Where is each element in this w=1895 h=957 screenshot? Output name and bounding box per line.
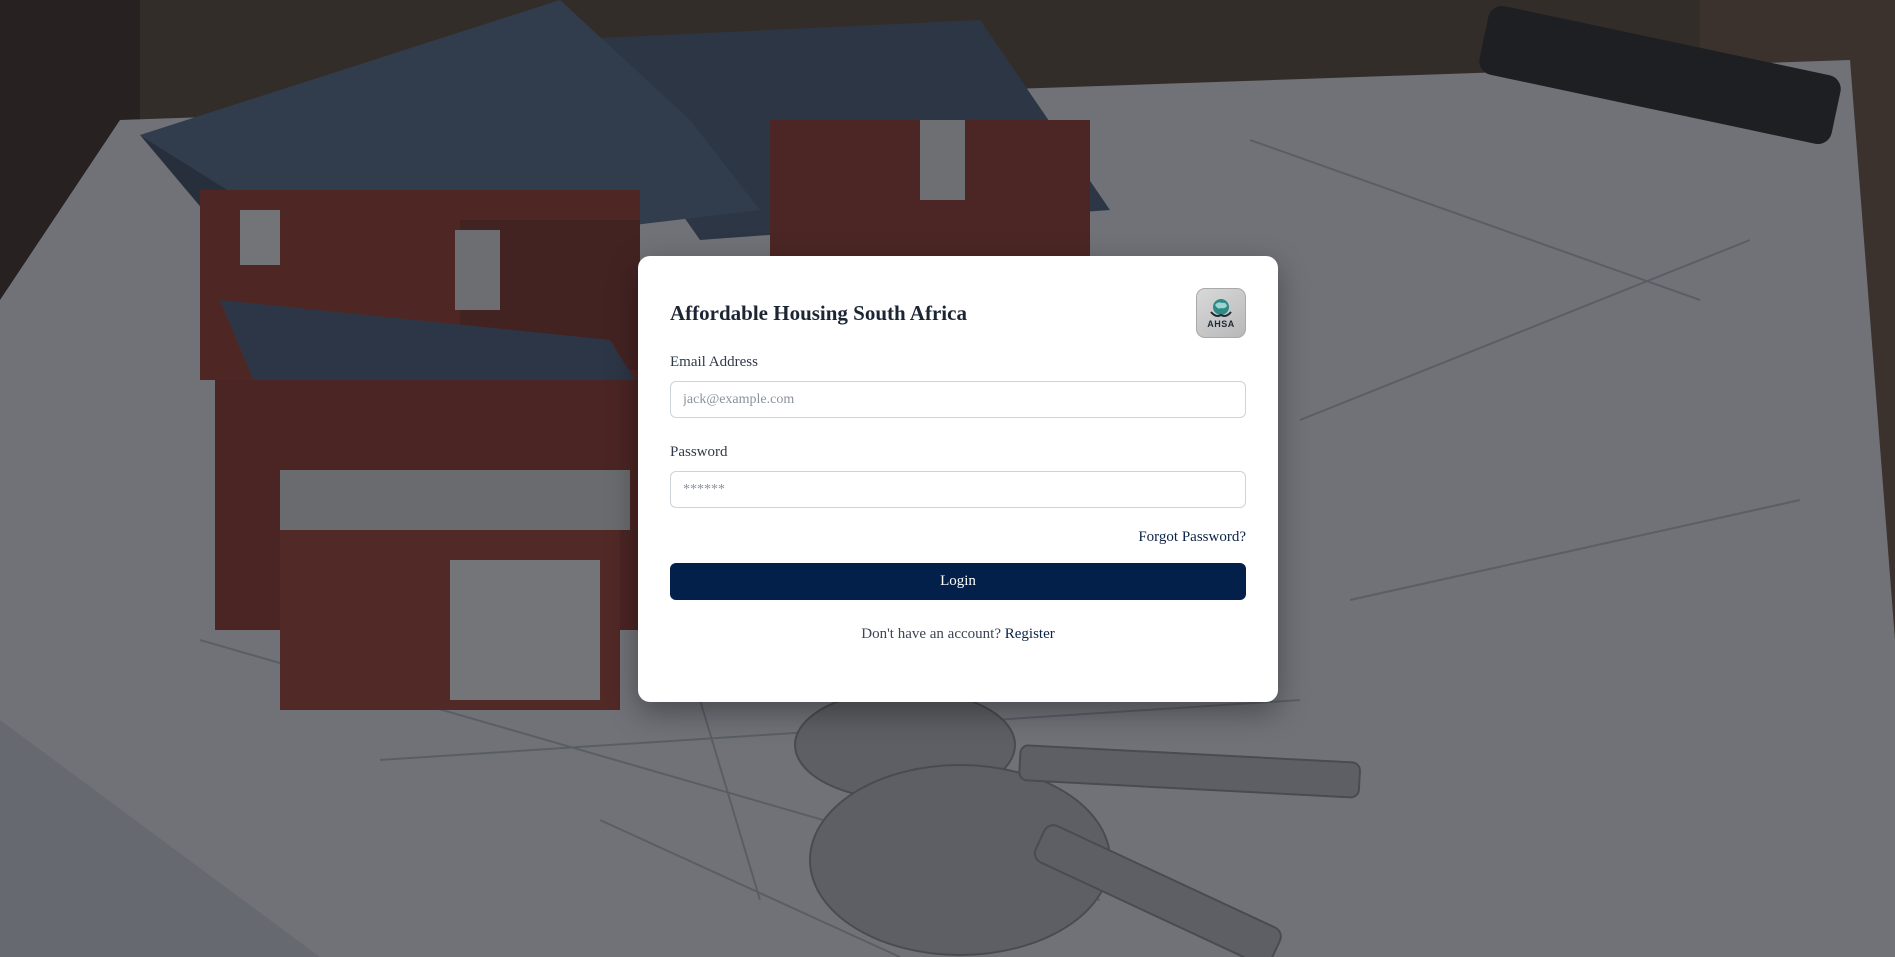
password-field-group: Password xyxy=(670,444,1246,508)
email-label: Email Address xyxy=(670,354,758,370)
login-button[interactable]: Login xyxy=(670,563,1246,600)
login-card: Affordable Housing South Africa AHSA Ema… xyxy=(638,256,1278,702)
register-row: Don't have an account? Register xyxy=(670,626,1246,643)
page-title: Affordable Housing South Africa xyxy=(670,300,967,325)
password-label: Password xyxy=(670,444,728,460)
ahsa-logo: AHSA xyxy=(1196,288,1246,338)
forgot-password-link[interactable]: Forgot Password? xyxy=(1138,529,1246,545)
email-input[interactable] xyxy=(670,381,1246,418)
logo-text: AHSA xyxy=(1207,318,1235,329)
register-link[interactable]: Register xyxy=(1005,626,1055,642)
register-prompt: Don't have an account? xyxy=(861,626,1001,642)
card-header: Affordable Housing South Africa AHSA xyxy=(670,288,1246,338)
email-field-group: Email Address xyxy=(670,354,1246,418)
forgot-password-row: Forgot Password? xyxy=(670,528,1246,546)
password-input[interactable] xyxy=(670,471,1246,508)
globe-hands-icon xyxy=(1210,298,1232,317)
